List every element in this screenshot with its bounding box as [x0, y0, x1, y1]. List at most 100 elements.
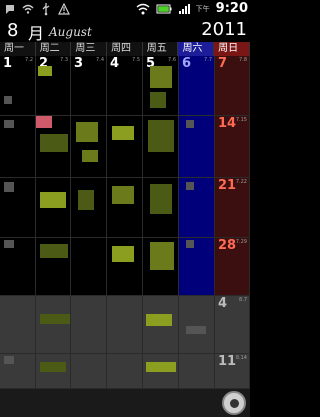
day-number: 11 [218, 354, 237, 369]
year: 2011 [201, 19, 247, 40]
event-block[interactable] [4, 240, 14, 248]
bottom-bar [0, 389, 250, 417]
day-cell[interactable]: 3 7.4 [71, 56, 107, 116]
day-cell[interactable] [107, 354, 143, 389]
day-cell[interactable] [36, 296, 71, 354]
event-block[interactable] [4, 356, 14, 364]
day-number: 28 [218, 238, 237, 253]
day-cell[interactable]: 6 7.7 [179, 56, 215, 116]
event-block[interactable] [112, 126, 134, 140]
warning-icon [58, 2, 70, 15]
day-cell[interactable] [179, 354, 215, 389]
event-block[interactable] [40, 314, 70, 324]
event-block[interactable] [40, 244, 68, 258]
event-block[interactable] [186, 240, 194, 248]
day-cell[interactable]: 14 7.15 [215, 116, 250, 178]
battery-icon [156, 4, 172, 13]
day-cell[interactable]: 1 7.2 [0, 56, 36, 116]
month-name: August [49, 25, 92, 39]
event-block[interactable] [146, 314, 172, 326]
month-number: 8 [7, 20, 19, 41]
day-number: 3 [74, 56, 84, 71]
week-row: 11 8.14 [0, 354, 250, 389]
event-block[interactable] [4, 182, 14, 192]
weekday-wed: 周三 [71, 42, 108, 56]
weekday-sun: 周日 [214, 42, 250, 56]
status-bar: 下午 9:20 [0, 0, 250, 19]
day-cell[interactable] [71, 238, 107, 296]
event-block[interactable] [146, 362, 176, 372]
day-number: 4 [218, 296, 228, 311]
day-cell[interactable] [0, 296, 36, 354]
event-block[interactable] [4, 96, 12, 104]
day-cell[interactable] [71, 296, 107, 354]
event-block[interactable] [40, 134, 68, 152]
lunar-date: 7.5 [132, 57, 140, 63]
week-row: 1 7.2 2 7.3 3 7.4 4 7.5 5 7.6 6 7.7 7 7.8 [0, 56, 250, 116]
event-block[interactable] [186, 120, 194, 128]
lunar-date: 8.14 [235, 355, 247, 361]
day-cell[interactable]: 21 7.22 [215, 178, 250, 238]
event-block[interactable] [112, 186, 134, 204]
event-block[interactable] [186, 326, 206, 334]
weekday-thu: 周四 [107, 42, 143, 56]
lunar-date: 7.7 [204, 57, 212, 63]
day-cell[interactable]: 4 8.7 [215, 296, 250, 354]
today-button[interactable] [222, 391, 246, 415]
event-block[interactable] [40, 192, 66, 208]
day-number: 21 [218, 178, 237, 193]
wifi-share-icon [22, 4, 34, 14]
wifi-icon [136, 3, 150, 14]
event-block[interactable] [40, 362, 66, 372]
month-character: 月 [28, 24, 45, 43]
clock: 9:20 [215, 1, 248, 16]
day-cell[interactable] [36, 178, 71, 238]
day-cell[interactable] [107, 296, 143, 354]
day-cell[interactable] [179, 296, 215, 354]
day-cell[interactable]: 2 7.3 [36, 56, 71, 116]
lunar-date: 7.3 [60, 57, 68, 63]
lunar-date: 7.6 [168, 57, 176, 63]
day-cell[interactable] [179, 238, 215, 296]
usb-icon [42, 3, 50, 16]
day-cell[interactable]: 11 8.14 [215, 354, 250, 389]
event-block[interactable] [4, 120, 14, 128]
day-cell[interactable] [179, 178, 215, 238]
week-row: 4 8.7 [0, 296, 250, 354]
event-block[interactable] [150, 66, 172, 88]
lunar-date: 7.15 [235, 117, 247, 123]
event-block[interactable] [186, 182, 194, 190]
weekday-mon: 周一 [0, 42, 36, 56]
day-number: 1 [3, 56, 13, 71]
day-cell[interactable] [179, 116, 215, 178]
event-block[interactable] [150, 92, 166, 108]
event-block[interactable] [148, 120, 174, 152]
event-block[interactable] [112, 246, 134, 262]
lunar-date: 7.8 [239, 57, 247, 63]
event-block[interactable] [82, 150, 98, 162]
weekday-tue: 周二 [35, 42, 72, 56]
event-block[interactable] [76, 122, 98, 142]
target-icon [229, 398, 239, 408]
day-cell[interactable]: 7 7.8 [215, 56, 250, 116]
time-period: 下午 [195, 4, 210, 13]
event-block[interactable] [150, 184, 172, 214]
day-cell[interactable] [71, 354, 107, 389]
lunar-date: 7.22 [235, 179, 247, 185]
day-cell[interactable]: 28 7.29 [215, 238, 250, 296]
weekday-fri: 周五 [142, 42, 179, 56]
messaging-icon [6, 5, 14, 14]
lunar-date: 7.29 [235, 239, 247, 245]
lunar-date: 8.7 [239, 297, 247, 303]
event-block[interactable] [38, 66, 52, 76]
event-block[interactable] [78, 190, 94, 210]
weekday-header: 周一 周二 周三 周四 周五 周六 周日 [0, 42, 250, 56]
lunar-date: 7.4 [96, 57, 104, 63]
lunar-date: 7.2 [25, 57, 33, 63]
day-cell[interactable]: 4 7.5 [107, 56, 143, 116]
month-grid: 1 7.2 2 7.3 3 7.4 4 7.5 5 7.6 6 7.7 7 7.8 14 7.15 21 7.22… [0, 56, 250, 389]
signal-icon [178, 3, 190, 14]
event-block[interactable] [150, 242, 174, 270]
day-number: 6 [182, 56, 192, 71]
event-block[interactable] [36, 116, 52, 128]
